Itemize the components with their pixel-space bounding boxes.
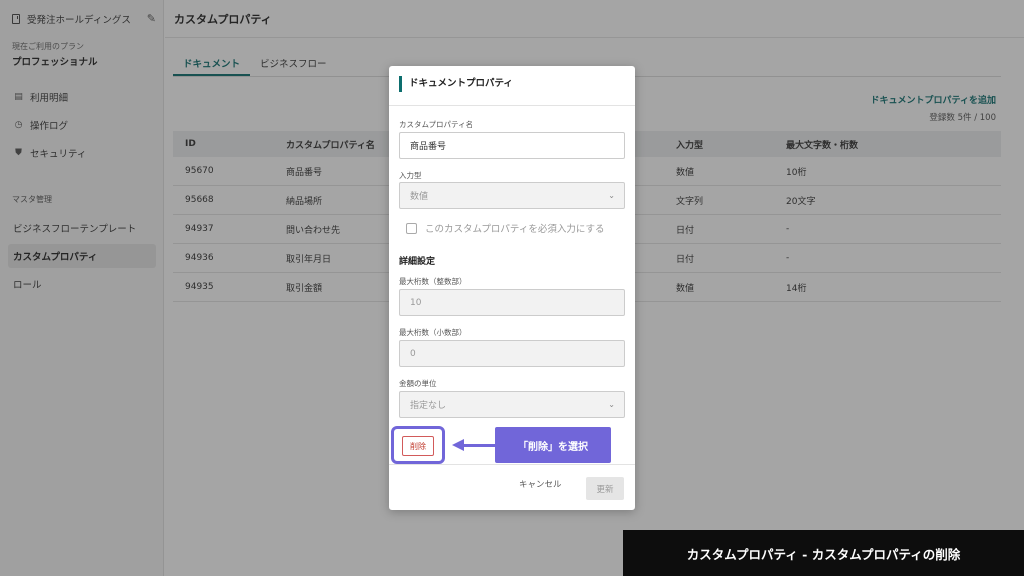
- delete-button-highlight: 削除: [391, 426, 445, 464]
- max-dec-digits-label: 最大桁数（小数部）: [399, 328, 467, 337]
- modal-divider: [389, 105, 635, 106]
- required-checkbox-label: このカスタムプロパティを必須入力にする: [425, 224, 605, 235]
- currency-unit-label: 金額の単位: [399, 379, 437, 388]
- property-name-input[interactable]: 商品番号: [399, 132, 625, 159]
- annotation-callout: 「削除」を選択: [495, 427, 611, 463]
- input-type-value: 数値: [410, 192, 429, 202]
- currency-unit-select[interactable]: 指定なし ⌄: [399, 391, 625, 418]
- currency-unit-value: 指定なし: [410, 401, 447, 411]
- detail-settings-title: 詳細設定: [399, 257, 436, 267]
- max-int-digits-value: 10: [410, 297, 422, 308]
- delete-button[interactable]: 削除: [402, 436, 434, 456]
- modal-title: ドキュメントプロパティ: [399, 76, 513, 92]
- max-dec-digits-input[interactable]: 0: [399, 340, 625, 367]
- modal-footer-divider: [389, 464, 635, 465]
- required-checkbox-row[interactable]: このカスタムプロパティを必須入力にする: [406, 221, 604, 235]
- annotation-arrow: [463, 444, 495, 447]
- required-checkbox[interactable]: [406, 222, 417, 234]
- chevron-down-icon: ⌄: [608, 400, 615, 409]
- input-type-select[interactable]: 数値 ⌄: [399, 182, 625, 209]
- property-name-value: 商品番号: [410, 142, 447, 152]
- property-name-label: カスタムプロパティ名: [399, 120, 474, 129]
- max-int-digits-input[interactable]: 10: [399, 289, 625, 316]
- cancel-button[interactable]: キャンセル: [519, 478, 562, 490]
- max-dec-digits-value: 0: [410, 348, 416, 359]
- tutorial-caption: カスタムプロパティ - カスタムプロパティの削除: [623, 530, 1024, 576]
- update-button[interactable]: 更新: [586, 477, 624, 500]
- input-type-label: 入力型: [399, 171, 422, 180]
- chevron-down-icon: ⌄: [608, 191, 615, 200]
- max-int-digits-label: 最大桁数（整数部）: [399, 277, 467, 286]
